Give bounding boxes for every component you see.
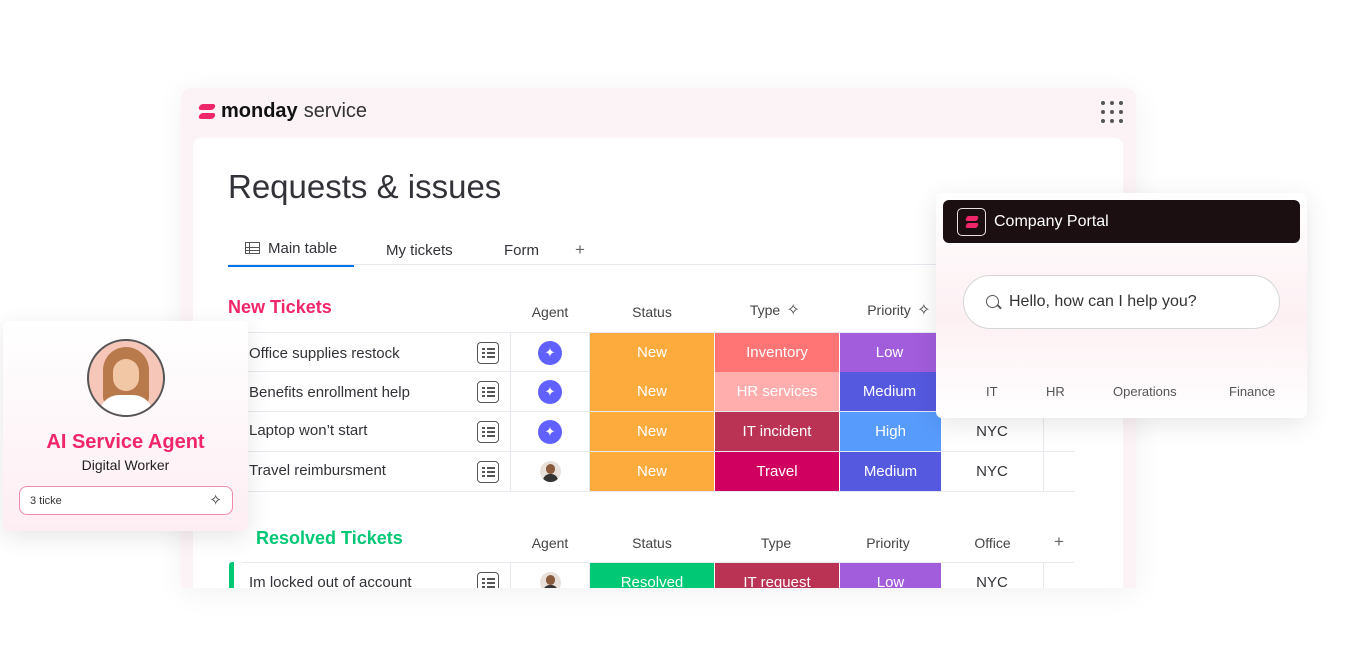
ticket-name[interactable]: Benefits enrollment help [249,384,410,401]
type-badge[interactable]: HR services [715,372,839,411]
ticket-name[interactable]: Laptop won’t start [249,422,367,439]
portal-category-operations[interactable]: Operations [1113,384,1177,399]
ticket-name[interactable]: Travel reimbursment [249,462,386,479]
portal-header: Company Portal [943,200,1300,243]
status-badge[interactable]: Resolved [590,563,714,588]
tab-label: My tickets [386,241,453,259]
agent-cell[interactable]: ✦ [510,412,590,452]
priority-badge[interactable]: Medium [840,372,939,411]
page-title: Requests & issues [228,168,502,205]
top-bar: monday service [181,88,1136,138]
agent-cell[interactable]: ✦ [510,372,590,412]
updates-icon[interactable] [477,342,499,364]
agent-avatar [540,461,561,482]
status-badge[interactable]: New [590,372,714,411]
portal-category-hr[interactable]: HR [1046,384,1065,399]
column-header-type[interactable]: Type ✧ [714,302,838,320]
sparkle-icon: ✧ [209,492,222,509]
table-row[interactable]: Laptop won’t start ✦ New IT incident Hig… [241,412,1074,452]
monday-logo-icon [197,103,217,121]
portal-category-finance[interactable]: Finance [1229,384,1275,399]
column-header-office[interactable]: Office [941,535,1044,551]
tab-main-table[interactable]: Main table [228,237,355,267]
brand-logo[interactable]: monday service [197,100,368,123]
column-header-priority[interactable]: Priority [838,535,938,551]
ticket-name[interactable]: Office supplies restock [249,345,400,362]
agent-title: AI Service Agent [46,431,205,453]
status-badge[interactable]: New [590,452,714,491]
search-placeholder: Hello, how can I help you? [1009,293,1197,310]
group-title-resolved[interactable]: Resolved Tickets [256,528,403,549]
sparkle-icon: ✧ [917,302,931,320]
type-badge[interactable]: IT incident [715,412,839,451]
ai-agent-icon: ✦ [538,341,562,365]
add-column-button[interactable]: + [1044,532,1074,552]
ai-agent-icon: ✦ [538,420,562,444]
office-cell[interactable]: NYC [941,412,1044,452]
agent-avatar [87,339,165,417]
agent-subtitle: Digital Worker [81,457,170,473]
office-cell[interactable]: NYC [941,563,1044,588]
brand-name-light: service [303,100,368,122]
updates-icon[interactable] [477,381,499,403]
column-label: Priority [867,302,911,318]
column-header-type[interactable]: Type [714,535,838,551]
type-badge[interactable]: Travel [715,452,839,491]
updates-icon[interactable] [477,421,499,443]
apps-grid-icon[interactable] [1101,101,1123,123]
search-icon [986,295,999,308]
priority-badge[interactable]: Medium [840,452,941,491]
table-icon [245,242,260,254]
column-header-agent[interactable]: Agent [510,535,590,551]
company-portal-panel: Company Portal Hello, how can I help you… [936,193,1307,418]
updates-icon[interactable] [477,572,499,588]
agent-prompt-input[interactable]: 3 ticke ✧ [19,486,233,515]
add-tab-button[interactable]: + [575,237,585,263]
plus-icon: + [575,240,585,259]
agent-avatar [540,572,561,588]
table-row[interactable]: Im locked out of account Resolved IT req… [241,562,1074,588]
column-label: Type [749,302,781,318]
updates-icon[interactable] [477,461,499,483]
tab-my-tickets[interactable]: My tickets [386,237,453,263]
ai-agent-card: AI Service Agent Digital Worker 3 ticke … [3,321,248,531]
tab-label: Main table [268,239,338,257]
agent-cell[interactable] [510,563,590,588]
type-badge[interactable]: IT request [715,563,839,588]
ai-agent-icon: ✦ [538,380,562,404]
priority-badge[interactable]: Low [840,333,939,372]
tab-form[interactable]: Form [504,237,539,263]
portal-title: Company Portal [994,213,1109,230]
status-badge[interactable]: New [590,412,714,451]
status-badge[interactable]: New [590,333,714,372]
priority-badge[interactable]: High [840,412,941,451]
brand-name-bold: monday [221,100,298,122]
portal-search-input[interactable]: Hello, how can I help you? [963,275,1280,329]
agent-cell[interactable] [510,452,590,492]
priority-badge[interactable]: Low [840,563,941,588]
column-header-status[interactable]: Status [590,304,714,320]
table-row[interactable]: Travel reimbursment New Travel Medium NY… [241,452,1074,492]
type-badge[interactable]: Inventory [715,333,839,372]
sparkle-icon: ✧ [786,302,800,320]
agent-input-text: 3 ticke [30,495,62,507]
office-cell[interactable]: NYC [941,452,1044,492]
tab-label: Form [504,241,539,259]
ticket-name[interactable]: Im locked out of account [249,574,412,588]
column-header-agent[interactable]: Agent [510,304,590,320]
group-title-new[interactable]: New Tickets [228,297,332,318]
column-header-status[interactable]: Status [590,535,714,551]
portal-logo-icon [957,208,986,236]
group-color-bar [229,562,234,588]
agent-cell[interactable]: ✦ [510,333,590,373]
portal-category-it[interactable]: IT [986,384,998,399]
